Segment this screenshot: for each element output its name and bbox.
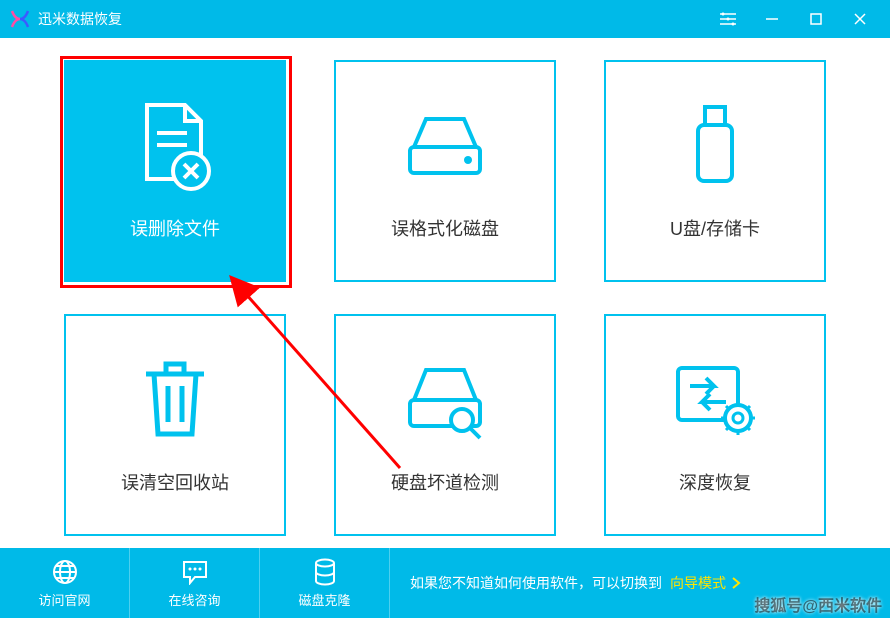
footer-label: 磁盘克隆 <box>298 590 350 609</box>
usb-icon <box>670 101 760 191</box>
maximize-button[interactable] <box>794 0 838 38</box>
trash-icon <box>130 355 220 445</box>
hdd-scan-icon <box>400 355 490 445</box>
deleted-file-icon <box>130 101 220 191</box>
window-controls <box>706 0 882 38</box>
card-bad-sector[interactable]: 硬盘坏道检测 <box>334 314 556 536</box>
wizard-label: 向导模式 <box>670 573 726 593</box>
card-recycle-bin[interactable]: 误清空回收站 <box>64 314 286 536</box>
footer-hint: 如果您不知道如何使用软件，可以切换到 向导模式 <box>410 573 742 593</box>
card-deep-recovery[interactable]: 深度恢复 <box>604 314 826 536</box>
globe-icon <box>51 558 79 586</box>
footer-website[interactable]: 访问官网 <box>0 548 130 618</box>
card-label: 深度恢复 <box>679 469 751 495</box>
footer-label: 访问官网 <box>38 590 90 609</box>
watermark: 搜狐号@西米软件 <box>754 592 882 616</box>
app-title: 迅米数据恢复 <box>38 9 122 29</box>
footer-label: 在线咨询 <box>168 590 220 609</box>
close-button[interactable] <box>838 0 882 38</box>
card-label: 误格式化磁盘 <box>391 215 499 241</box>
database-icon <box>311 558 339 586</box>
footer-disk-clone[interactable]: 磁盘克隆 <box>260 548 390 618</box>
chevron-right-icon <box>730 577 742 589</box>
card-deleted-files[interactable]: 误删除文件 <box>64 60 286 282</box>
minimize-button[interactable] <box>750 0 794 38</box>
card-formatted-disk[interactable]: 误格式化磁盘 <box>334 60 556 282</box>
disk-icon <box>400 101 490 191</box>
app-logo-icon <box>8 7 32 31</box>
card-usb-storage[interactable]: U盘/存储卡 <box>604 60 826 282</box>
card-label: 误删除文件 <box>130 215 220 241</box>
menu-button[interactable] <box>706 0 750 38</box>
titlebar: 迅米数据恢复 <box>0 0 890 38</box>
hint-text: 如果您不知道如何使用软件，可以切换到 <box>410 573 662 593</box>
main-content: 误删除文件 误格式化磁盘 U盘/存储卡 <box>0 38 890 548</box>
app-window: 迅米数据恢复 <box>0 0 890 618</box>
deep-recovery-icon <box>670 355 760 445</box>
wizard-mode-link[interactable]: 向导模式 <box>670 573 742 593</box>
chat-icon <box>181 558 209 586</box>
card-label: 硬盘坏道检测 <box>391 469 499 495</box>
card-label: U盘/存储卡 <box>670 215 760 241</box>
card-label: 误清空回收站 <box>121 469 229 495</box>
footer-consult[interactable]: 在线咨询 <box>130 548 260 618</box>
